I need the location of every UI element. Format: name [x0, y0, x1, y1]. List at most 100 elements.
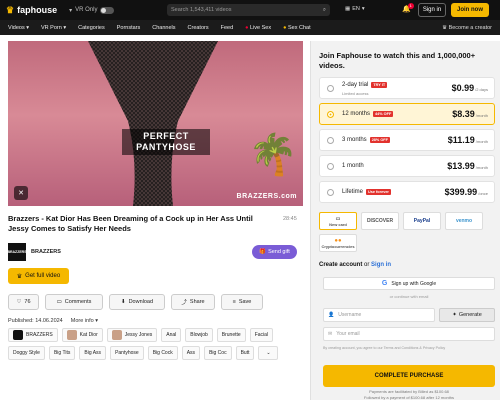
vr-headset-icon: ▾ — [69, 7, 73, 14]
nav-item-videos[interactable]: Videos ▾ — [8, 25, 29, 31]
tag-category[interactable]: Big Ass — [79, 346, 107, 360]
complete-purchase-button[interactable]: COMPLETE PURCHASE — [323, 365, 495, 387]
channel-logo[interactable]: BRAZZERS — [7, 243, 27, 261]
plan-option-3-months[interactable]: 3 months 28% OFF $11.19/month — [319, 129, 495, 151]
tag-category[interactable]: Big Coc — [204, 346, 232, 360]
username-field[interactable]: 👤 Username — [323, 308, 435, 322]
tag-category[interactable]: Butt — [235, 346, 255, 360]
channel-name[interactable]: BRAZZERS — [31, 249, 61, 255]
published-date: Published: 14.06.2024 — [8, 318, 63, 324]
video-thumbnail — [88, 41, 218, 206]
nav-item-categories[interactable]: Categories — [78, 25, 105, 31]
download-icon: ⬇ — [120, 299, 126, 305]
vr-filter[interactable]: ▾ VR Only — [69, 6, 115, 14]
heart-icon: ♡ — [16, 299, 22, 305]
notification-count: 1 — [407, 3, 414, 9]
payment-discover[interactable]: DISCOVER — [361, 212, 399, 230]
pornstar-avatar — [111, 330, 122, 340]
nav-item-channels[interactable]: Channels — [152, 25, 175, 31]
plan-option-2-day-trial[interactable]: 2-day trial TRY IT Limited access $0.99/2… — [319, 77, 495, 99]
nav-item-feed[interactable]: Feed — [221, 25, 234, 31]
payment-crypto[interactable]: ●● Cryptocurrencies — [319, 234, 357, 252]
user-icon: 👤 — [328, 312, 335, 318]
brand-watermark: BRAZZERS.com — [236, 193, 297, 200]
sign-in-button[interactable]: Sign in — [418, 3, 446, 17]
email-field[interactable]: ✉ Your email — [323, 327, 495, 341]
tags-list: BRAZZERS Kat Dior Jessy Jones Anal Blowj… — [8, 328, 304, 360]
search-icon[interactable]: ⌕ — [323, 7, 326, 14]
share-button[interactable]: ⤴ Share — [171, 294, 215, 310]
search-input[interactable]: Search 1,543,411 videos ⌕ — [167, 4, 330, 16]
plan-radio[interactable] — [327, 163, 334, 170]
become-creator-link[interactable]: ♛ Become a creator — [442, 25, 492, 31]
channel-info[interactable]: BRAZZERS BRAZZERS — [7, 243, 61, 261]
published-row: Published: 14.06.2024 More info ▾ — [8, 318, 98, 324]
plan-option-1-month[interactable]: 1 month $13.99/month — [319, 155, 495, 177]
plan-radio[interactable] — [327, 189, 334, 196]
language-code: EN — [352, 6, 360, 12]
tag-category[interactable]: Pantyhose — [110, 346, 144, 360]
plan-option-lifetime[interactable]: Lifetime Use forever $399.99/once — [319, 181, 495, 203]
comment-icon: ▭ — [56, 299, 62, 305]
nav-item-sex-chat[interactable]: ● Sex Chat — [283, 25, 310, 31]
tag-category[interactable]: Big Cock — [147, 346, 178, 360]
flag-icon: ▦ — [345, 6, 351, 12]
payment-new-card[interactable]: ▭ New card — [319, 212, 357, 230]
save-button[interactable]: ≡ Save — [221, 294, 263, 310]
join-panel: Join Faphouse to watch this and 1,000,00… — [310, 41, 500, 400]
chevron-down-icon: ▾ — [361, 6, 365, 12]
unmute-icon[interactable]: ✕ — [14, 186, 28, 200]
nav-item-live-sex[interactable]: ● Live Sex — [245, 25, 271, 31]
send-gift-button[interactable]: 🎁 Send gift — [252, 245, 297, 259]
payment-venmo[interactable]: venmo — [445, 212, 483, 230]
tag-category[interactable]: Facial — [249, 328, 274, 342]
tag-category[interactable]: Doggy Style — [8, 346, 45, 360]
tag-pornstar[interactable]: Jessy Jones — [106, 328, 158, 342]
plan-list: 2-day trial TRY IT Limited access $0.99/2… — [319, 77, 495, 207]
comments-button[interactable]: ▭ Comments — [45, 294, 103, 310]
crown-icon: ♛ — [16, 273, 23, 280]
plan-option-12-months[interactable]: 12 months 44% OFF $8.39/month — [319, 103, 495, 125]
tag-category[interactable]: Ass — [181, 346, 201, 360]
payment-methods: ▭ New card DISCOVER PayPal venmo ●● Crypto… — [319, 212, 495, 252]
tag-channel[interactable]: BRAZZERS — [8, 328, 58, 342]
tag-category[interactable]: Brunette — [216, 328, 246, 342]
tag-pornstar[interactable]: Kat Dior — [61, 328, 103, 342]
action-bar: ♡ 76 ▭ Comments ⬇ Download ⤴ Share ≡ Save — [8, 294, 263, 310]
more-tags-button[interactable]: ⌄ — [258, 346, 279, 360]
logo-text: faphouse — [17, 5, 58, 15]
language-selector[interactable]: ▦ EN ▾ — [345, 6, 365, 12]
tag-category[interactable]: Big Tits — [48, 346, 76, 360]
payment-paypal[interactable]: PayPal — [403, 212, 441, 230]
google-icon: G — [381, 280, 388, 287]
or-continue-label: or continue with email — [389, 294, 429, 299]
join-now-button[interactable]: Join now — [451, 3, 489, 17]
plan-badge: 28% OFF — [369, 137, 390, 143]
magic-wand-icon: ✦ — [452, 312, 457, 318]
sign-in-link[interactable]: Sign in — [371, 262, 391, 268]
tag-category[interactable]: Blowjob — [185, 328, 213, 342]
video-title: Brazzers - Kat Dior Has Been Dreaming of… — [8, 214, 253, 233]
plan-radio[interactable] — [327, 137, 334, 144]
more-info-toggle[interactable]: More info ▾ — [71, 318, 98, 324]
video-player[interactable]: 🌴 PERFECT PANTYHOSE BRAZZERS.com ✕ — [8, 41, 303, 206]
plan-radio[interactable] — [327, 111, 334, 118]
plan-badge: 44% OFF — [373, 111, 394, 117]
vr-only-toggle[interactable] — [100, 6, 115, 14]
like-button[interactable]: ♡ 76 — [8, 294, 39, 310]
logo[interactable]: ♛ faphouse — [6, 5, 57, 16]
nav-item-vr-porn[interactable]: VR Porn ▾ — [41, 25, 66, 31]
chevron-down-icon: ⌄ — [266, 350, 271, 356]
plan-radio[interactable] — [327, 85, 334, 92]
mail-icon: ✉ — [328, 331, 333, 337]
generate-username-button[interactable]: ✦ Generate — [439, 308, 495, 322]
create-account-heading: Create account or Sign in — [319, 262, 392, 268]
tag-category[interactable]: Anal — [161, 328, 182, 342]
download-button[interactable]: ⬇ Download — [109, 294, 165, 310]
nav-item-pornstars[interactable]: Pornstars — [117, 25, 141, 31]
get-full-video-button[interactable]: ♛ Get full video — [8, 268, 69, 284]
crown-icon: ♛ — [6, 4, 15, 15]
notifications-bell-icon[interactable]: 🔔 1 — [402, 3, 414, 13]
nav-item-creators[interactable]: Creators — [188, 25, 209, 31]
google-signup-button[interactable]: G Sign up with Google — [323, 277, 495, 290]
